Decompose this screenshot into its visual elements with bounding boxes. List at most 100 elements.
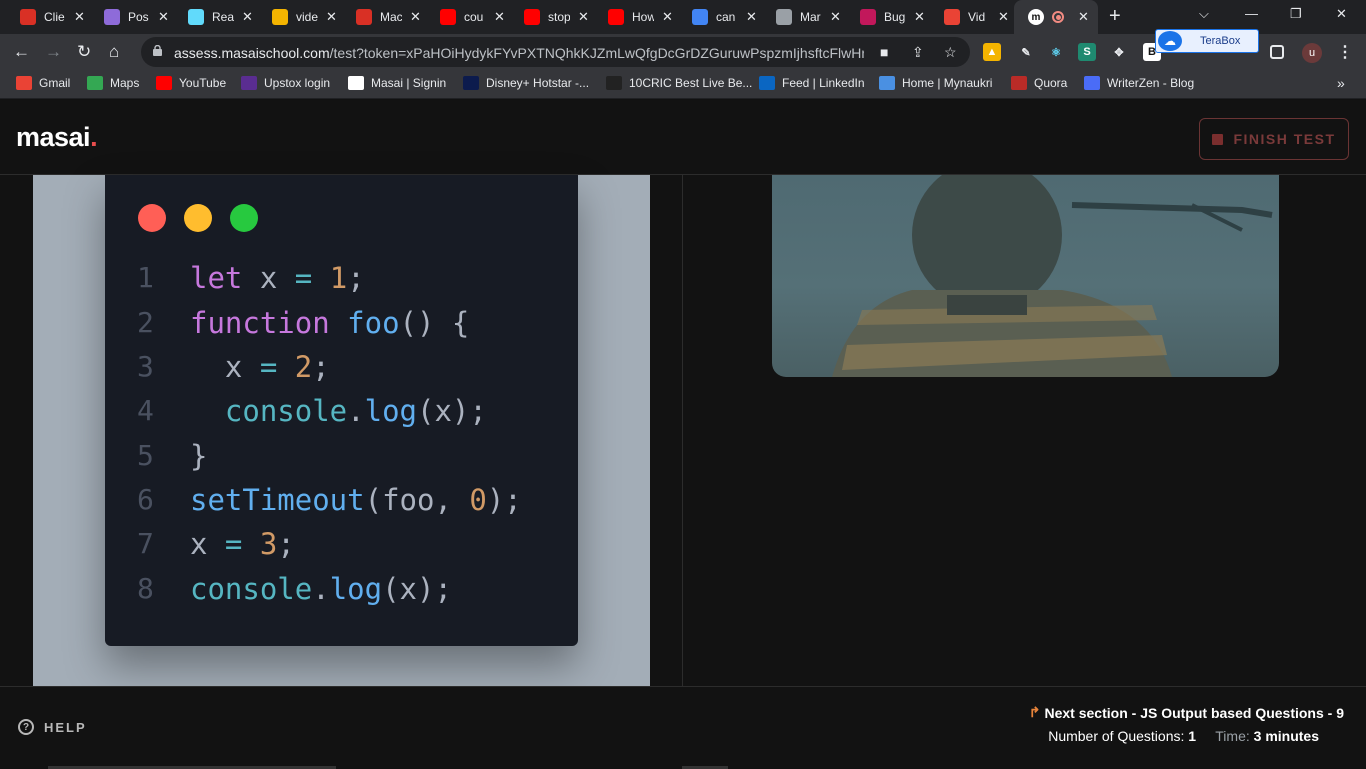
bookmark-item[interactable]: Home | Mynaukri	[879, 76, 992, 90]
code-token: console	[190, 394, 348, 428]
close-icon[interactable]: ✕	[830, 9, 841, 25]
bookmark-item[interactable]: Maps	[87, 76, 139, 90]
finish-test-button[interactable]: FINISH TEST	[1199, 118, 1349, 160]
code-token: .	[312, 572, 330, 606]
bookmarks-bar: Gmail Maps YouTube Upstox login Masai | Sign…	[0, 70, 1366, 99]
tab-title: Rea	[212, 10, 234, 24]
pen-extension-icon[interactable]: ✎	[1017, 43, 1035, 61]
s-extension-icon[interactable]: S	[1078, 43, 1096, 61]
restore-button[interactable]: ❐	[1290, 6, 1302, 22]
code-token: 0	[469, 483, 487, 517]
share-icon[interactable]: ⇪	[912, 44, 924, 61]
code-token: function	[190, 306, 330, 340]
postman-icon	[104, 9, 120, 25]
close-icon[interactable]: ✕	[998, 9, 1009, 25]
browser-tab[interactable]: cou ✕	[426, 0, 510, 34]
browser-tab[interactable]: Pos ✕	[90, 0, 174, 34]
bookmark-item[interactable]: Disney+ Hotstar -...	[463, 76, 589, 90]
avatar[interactable]: u	[1302, 43, 1322, 63]
tab-title: can	[716, 10, 736, 24]
bookmark-item[interactable]: Masai | Signin	[348, 76, 446, 90]
time-value: 3 minutes	[1253, 728, 1319, 744]
browser-tab[interactable]: How ✕	[594, 0, 678, 34]
terabox-popup[interactable]: ☁ TeraBox	[1155, 29, 1259, 53]
terabox-label: TeraBox	[1200, 35, 1241, 47]
line-number: 8	[137, 572, 154, 605]
browser-tab[interactable]: Rea ✕	[174, 0, 258, 34]
masai-logo[interactable]: masai.	[16, 122, 98, 153]
bookmark-star-icon[interactable]: ☆	[944, 44, 957, 61]
logo-dot: .	[90, 122, 98, 152]
baseball-icon	[356, 9, 372, 25]
webcam-person-image	[832, 175, 1273, 377]
help-button[interactable]: ? HELP	[18, 719, 87, 735]
browser-tab[interactable]: stop ✕	[510, 0, 594, 34]
bookmark-item[interactable]: YouTube	[156, 76, 226, 90]
code-text: x = 2;	[190, 350, 330, 384]
close-icon[interactable]: ✕	[326, 9, 337, 25]
bookmark-item[interactable]: Feed | LinkedIn	[759, 76, 865, 90]
code-token: 1	[329, 261, 348, 295]
bookmark-label: 10CRIC Best Live Be...	[629, 76, 753, 90]
bookmark-item[interactable]: Quora	[1011, 76, 1067, 90]
tab-search-icon[interactable]: ⌵	[1199, 6, 1209, 22]
tab-active-masai[interactable]: m ✕	[1014, 0, 1098, 34]
10cric-icon	[606, 76, 622, 90]
close-icon[interactable]: ✕	[578, 9, 589, 25]
close-icon[interactable]: ✕	[746, 9, 757, 25]
address-bar[interactable]: assess.masaischool.com/test?token=xPaHOi…	[141, 37, 970, 67]
browser-tab[interactable]: Mar ✕	[762, 0, 846, 34]
puzzle-extension-icon[interactable]: ✥	[1110, 43, 1128, 61]
browser-tab[interactable]: Bug ✕	[846, 0, 930, 34]
bookmark-item[interactable]: Upstox login	[241, 76, 330, 90]
close-icon[interactable]: ✕	[1078, 9, 1089, 25]
close-icon[interactable]: ✕	[662, 9, 673, 25]
code-text: console.log(x);	[190, 572, 452, 606]
code-token: 3	[259, 527, 278, 561]
new-tab-button[interactable]: +	[1109, 5, 1121, 28]
camera-icon[interactable]: ■	[880, 44, 888, 60]
bookmark-item[interactable]: Gmail	[16, 76, 70, 90]
reload-button[interactable]: ↻	[77, 42, 91, 62]
close-icon[interactable]: ✕	[242, 9, 253, 25]
react-extension-icon[interactable]: ⚛	[1047, 43, 1065, 61]
masai-icon	[348, 76, 364, 90]
side-panel-icon[interactable]	[1270, 45, 1284, 59]
bookmark-item[interactable]: WriterZen - Blog	[1084, 76, 1194, 90]
tab-title: cou	[464, 10, 484, 24]
url-path: /test?token=xPaHOiHydykFYvPXTNQhkKJZmLwQ…	[329, 45, 864, 61]
browser-tab[interactable]: vide ✕	[258, 0, 342, 34]
bookmark-label: Home | Mynaukri	[902, 76, 993, 90]
code-token: (x);	[382, 572, 452, 606]
browser-tab[interactable]: Mac ✕	[342, 0, 426, 34]
home-button[interactable]: ⌂	[109, 42, 119, 62]
code-token: (x);	[417, 394, 487, 428]
line-number: 4	[137, 394, 154, 427]
drive-extension-icon[interactable]: ▲	[983, 43, 1001, 61]
back-button[interactable]: ←	[13, 42, 30, 62]
close-icon[interactable]: ✕	[914, 9, 925, 25]
code-token: }	[190, 439, 208, 473]
close-icon[interactable]: ✕	[494, 9, 505, 25]
close-icon[interactable]: ✕	[74, 9, 85, 25]
close-icon[interactable]: ✕	[410, 9, 421, 25]
question-content: 1 let x = 1; 2 function foo() {3 x = 2; 4 co…	[0, 175, 1366, 686]
more-menu-icon[interactable]: ⋮	[1336, 43, 1354, 61]
code-token: () {	[399, 306, 470, 340]
browser-tab[interactable]: Clie ✕	[6, 0, 90, 34]
browser-tab[interactable]: can ✕	[678, 0, 762, 34]
footer: ? HELP ↱ Next section - JS Output based Qu…	[0, 686, 1366, 769]
bookmark-label: Upstox login	[264, 76, 331, 90]
bookmark-item[interactable]: 10CRIC Best Live Be...	[606, 76, 752, 90]
youtube-icon	[156, 76, 172, 90]
code-text: x = 3;	[190, 527, 295, 561]
code-token: ;	[347, 261, 365, 295]
tab-title: Pos	[128, 10, 149, 24]
close-window-button[interactable]: ✕	[1336, 6, 1347, 22]
browser-tab[interactable]: Vid ✕	[930, 0, 1014, 34]
bookmarks-overflow-icon[interactable]: »	[1337, 75, 1345, 91]
forward-button[interactable]: →	[45, 42, 62, 62]
minimize-button[interactable]: —	[1245, 6, 1258, 21]
close-icon[interactable]: ✕	[158, 9, 169, 25]
hotstar-icon	[463, 76, 479, 90]
